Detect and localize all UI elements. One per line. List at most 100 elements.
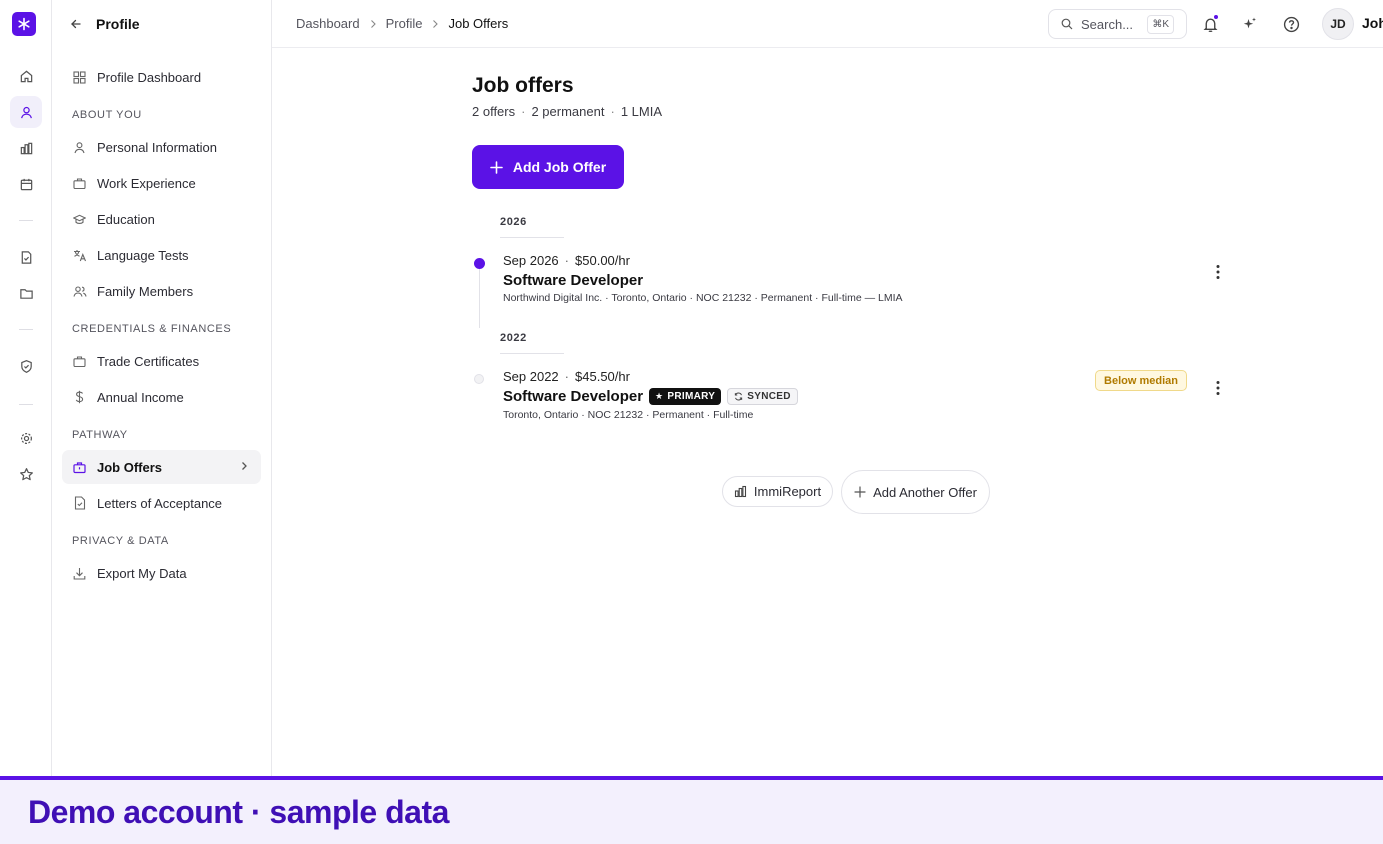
icon-rail <box>0 0 52 776</box>
add-another-offer-button[interactable]: Add Another Offer <box>841 470 990 514</box>
notification-dot <box>1213 14 1219 20</box>
more-vertical-icon[interactable] <box>1210 378 1226 398</box>
avatar[interactable]: JD <box>1322 8 1354 40</box>
offer-title-text: Software Developer <box>503 272 644 289</box>
sync-icon <box>734 392 743 401</box>
offer-meta: Sep 2022 · $45.50/hr <box>503 369 630 384</box>
folder-icon[interactable] <box>10 277 42 309</box>
bell-icon[interactable] <box>1198 12 1222 36</box>
sidebar-item-label: Export My Data <box>97 565 187 581</box>
grid-icon <box>72 70 87 85</box>
more-vertical-icon[interactable] <box>1210 262 1226 282</box>
timeline-dot-current <box>474 258 485 269</box>
rail-divider <box>19 220 33 221</box>
chevron-right-icon <box>239 460 249 475</box>
breadcrumb-job-offers: Job Offers <box>448 16 509 31</box>
search-shortcut: ⌘K <box>1147 15 1174 34</box>
asterisk-logo[interactable] <box>12 12 36 36</box>
sidebar-item-language-tests[interactable]: Language Tests <box>62 238 261 272</box>
sidebar-item-label: Job Offers <box>97 459 163 475</box>
graduation-cap-icon <box>72 212 87 227</box>
sidebar-item-label: Language Tests <box>97 247 189 263</box>
primary-badge: ★ PRIMARY <box>649 388 722 405</box>
offer-title[interactable]: Software Developer <box>503 272 643 289</box>
help-icon[interactable] <box>1279 12 1303 36</box>
shield-check-icon[interactable] <box>10 350 42 382</box>
back-arrow-icon[interactable] <box>68 16 84 32</box>
offer-details: Northwind Digital Inc. · Toronto, Ontari… <box>503 292 903 304</box>
chart-icon[interactable] <box>10 132 42 164</box>
breadcrumb: Dashboard Profile Job Offers <box>296 16 508 31</box>
offer-wage: $45.50/hr <box>575 369 630 384</box>
offer-details: Toronto, Ontario · NOC 21232 · Permanent… <box>503 409 754 421</box>
gear-icon[interactable] <box>10 422 42 454</box>
search-icon <box>1061 18 1073 30</box>
offer-wage: $50.00/hr <box>575 253 630 268</box>
sidebar-item-profile-dashboard[interactable]: Profile Dashboard <box>62 60 261 94</box>
sidebar-item-label: Trade Certificates <box>97 353 200 369</box>
section-pathway: PATHWAY <box>72 429 128 441</box>
summary-offers-count: 2 offers <box>472 104 516 119</box>
add-job-offer-label: Add Job Offer <box>512 159 607 175</box>
offer-title[interactable]: Software Developer ★ PRIMARY SYNCED <box>503 388 798 405</box>
demo-banner-text: Demo account · sample data <box>28 794 449 830</box>
rail-divider <box>19 404 33 405</box>
summary-lmia-count: 1 LMIA <box>620 104 662 119</box>
offer-title-text: Software Developer <box>503 388 644 405</box>
section-about-you: ABOUT YOU <box>72 109 142 121</box>
download-icon <box>72 566 87 581</box>
briefcase-badge-icon <box>72 460 87 475</box>
timeline-year: 2026 <box>500 216 527 228</box>
sidebar-item-label: Family Members <box>97 283 194 299</box>
search-placeholder: Search... <box>1081 16 1134 32</box>
synced-badge: SYNCED <box>727 388 798 405</box>
add-job-offer-button[interactable]: Add Job Offer <box>472 145 624 189</box>
section-credentials-finances: CREDENTIALS & FINANCES <box>72 323 232 335</box>
sidebar-title: Profile <box>96 16 140 32</box>
below-median-badge: Below median <box>1095 370 1187 391</box>
sidebar-item-family-members[interactable]: Family Members <box>62 274 261 308</box>
briefcase-icon <box>72 176 87 191</box>
star-icon[interactable] <box>10 458 42 490</box>
user-name[interactable]: John <box>1362 15 1383 31</box>
chevron-right-icon <box>369 19 377 29</box>
profile-sidebar: Profile Profile Dashboard ABOUT YOU Pers… <box>52 0 272 776</box>
top-bar: Dashboard Profile Job Offers Search... ⌘… <box>272 0 1383 48</box>
sidebar-item-personal-information[interactable]: Personal Information <box>62 130 261 164</box>
users-icon <box>72 284 87 299</box>
offer-date: Sep 2022 <box>503 369 559 384</box>
search-box[interactable]: Search... ⌘K <box>1048 9 1187 39</box>
user-icon[interactable] <box>10 96 42 128</box>
calendar-icon[interactable] <box>10 168 42 200</box>
sidebar-item-job-offers[interactable]: Job Offers <box>62 450 261 484</box>
sidebar-item-letters-of-acceptance[interactable]: Letters of Acceptance <box>62 486 261 520</box>
immireport-button[interactable]: ImmiReport <box>722 476 833 507</box>
sidebar-item-label: Annual Income <box>97 389 184 405</box>
offers-summary: 2 offers · 2 permanent · 1 LMIA <box>472 104 662 119</box>
offer-meta: Sep 2026 · $50.00/hr <box>503 253 630 268</box>
chart-icon <box>734 485 747 498</box>
breadcrumb-dashboard[interactable]: Dashboard <box>296 16 360 31</box>
sidebar-item-export-my-data[interactable]: Export My Data <box>62 556 261 590</box>
document-check-icon[interactable] <box>10 241 42 273</box>
sidebar-item-label: Education <box>97 211 155 227</box>
document-check-icon <box>72 496 87 511</box>
section-privacy-data: PRIVACY & DATA <box>72 535 169 547</box>
timeline-dot-past <box>474 374 484 384</box>
sidebar-item-trade-certificates[interactable]: Trade Certificates <box>62 344 261 378</box>
sidebar-item-label: Profile Dashboard <box>97 69 202 85</box>
sidebar-item-annual-income[interactable]: Annual Income <box>62 380 261 414</box>
home-icon[interactable] <box>10 60 42 92</box>
plus-icon <box>490 160 503 174</box>
sidebar-header: Profile <box>52 0 271 48</box>
add-another-offer-label: Add Another Offer <box>873 484 977 500</box>
sparkle-icon[interactable] <box>1238 12 1262 36</box>
sidebar-item-work-experience[interactable]: Work Experience <box>62 166 261 200</box>
translate-icon <box>72 248 87 263</box>
dollar-icon <box>72 390 87 405</box>
rail-divider <box>19 329 33 330</box>
sidebar-item-education[interactable]: Education <box>62 202 261 236</box>
briefcase-icon <box>72 354 87 369</box>
year-divider <box>500 353 564 354</box>
breadcrumb-profile[interactable]: Profile <box>386 16 423 31</box>
